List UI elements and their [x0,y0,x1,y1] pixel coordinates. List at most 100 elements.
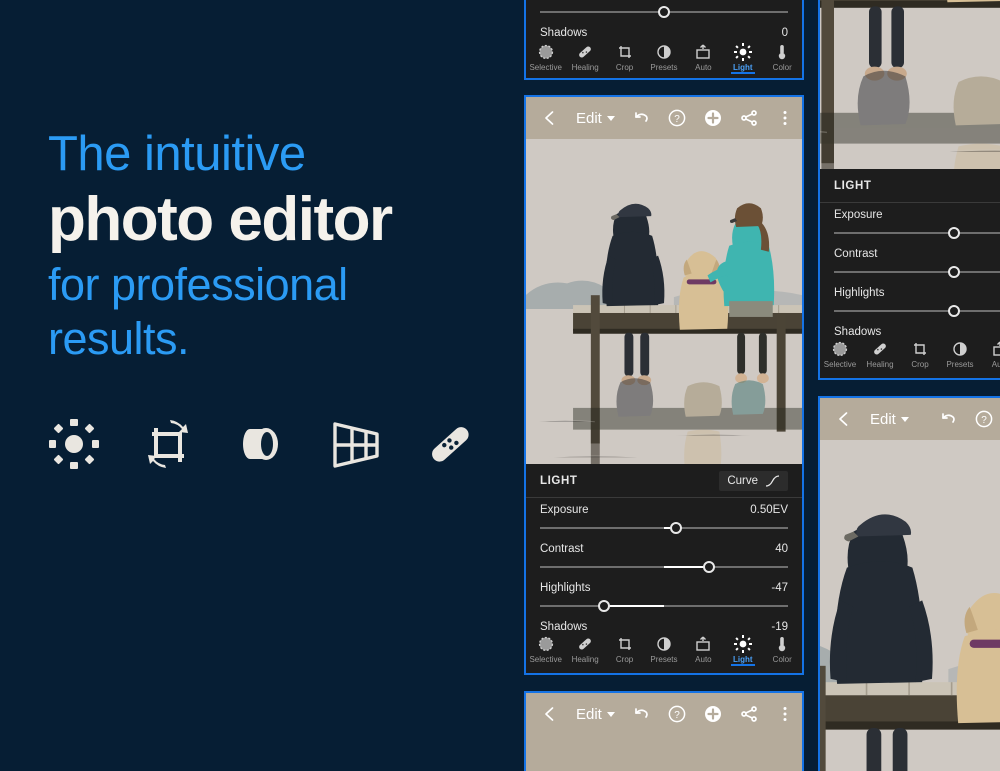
selective-icon [831,340,849,358]
slider-knob[interactable] [598,600,611,612]
edit-toolbar[interactable]: Selective Healing Crop Presets Auto [820,338,1000,378]
slider-highlights[interactable]: Highlights [820,281,1000,320]
headline-line-4: results. [48,313,190,364]
auto-icon [991,340,1000,358]
light-icon [733,635,752,653]
slider-track[interactable] [834,265,1000,279]
light-panel-title: LIGHT [540,474,578,487]
toolbar-item-crop[interactable]: Crop [605,43,644,72]
auto-icon [694,635,712,653]
toolbar-item-selective[interactable]: Selective [526,635,565,664]
slider-knob[interactable] [670,522,683,534]
toolbar-item-light[interactable]: Light [723,635,762,666]
lens-blur-icon [236,418,288,478]
phone-panel-right-top: LIGHT Exposure Contrast Highlights Shado… [818,0,1000,380]
toolbar-item-label: Auto [695,63,712,72]
back-icon[interactable] [540,108,560,128]
edit-menu-button[interactable]: Edit [576,110,615,127]
add-icon[interactable] [703,108,723,128]
edit-menu-button[interactable]: Edit [576,706,615,723]
slider-highlights[interactable]: Highlights 0 [526,0,802,21]
toolbar-item-auto[interactable]: Auto [980,340,1000,369]
photo-preview[interactable] [820,440,1000,771]
toolbar-item-healing[interactable]: Healing [565,635,604,664]
photo-preview[interactable] [526,139,802,464]
slider-shadows[interactable]: Shadows -19 [526,615,802,633]
add-icon[interactable] [703,704,723,724]
slider-track-base [834,271,1000,273]
toolbar-item-auto[interactable]: Auto [684,43,723,72]
slider-contrast[interactable]: Contrast 40 [526,537,802,576]
slider-label: Exposure [540,504,589,516]
help-icon[interactable]: ? [667,704,687,724]
toolbar-item-selective[interactable]: Selective [526,43,565,72]
toolbar-item-selective[interactable]: Selective [820,340,860,369]
light-icon [733,43,752,61]
toolbar-item-presets[interactable]: Presets [940,340,980,369]
slider-shadows[interactable]: Shadows [820,320,1000,338]
undo-icon[interactable] [631,108,651,128]
toolbar-item-presets[interactable]: Presets [644,635,683,664]
marketing-pane: The intuitive photo editor for professio… [0,0,524,771]
slider-shadows[interactable]: Shadows 0 [526,21,802,41]
toolbar-item-label: Presets [650,655,678,664]
undo-icon[interactable] [938,409,958,429]
slider-knob[interactable] [702,561,715,573]
overflow-menu-icon[interactable] [775,704,795,724]
slider-value: 40 [775,543,788,555]
app-header-title: Edit [576,109,602,127]
undo-icon[interactable] [631,704,651,724]
help-icon[interactable]: ? [667,108,687,128]
photo-preview[interactable] [526,735,802,771]
slider-exposure[interactable]: Exposure [820,203,1000,242]
slider-knob[interactable] [658,6,670,18]
toolbar-item-label: Auto [991,360,1000,369]
toolbar-item-light[interactable]: Light [723,43,762,74]
slider-exposure[interactable]: Exposure 0.50EV [526,498,802,537]
toolbar-item-crop[interactable]: Crop [900,340,940,369]
slider-knob[interactable] [947,266,960,278]
edit-toolbar[interactable]: Selective Healing Crop Presets Auto Ligh… [526,41,802,78]
slider-highlights[interactable]: Highlights -47 [526,576,802,615]
toolbar-item-color[interactable]: Color [763,635,802,664]
share-icon[interactable] [739,704,759,724]
photo-preview[interactable] [820,0,1000,169]
curve-icon [765,474,780,487]
slider-knob[interactable] [947,227,960,239]
toolbar-item-presets[interactable]: Presets [644,43,683,72]
slider-knob[interactable] [947,305,960,317]
slider-track[interactable] [540,599,788,613]
light-panel-title: LIGHT [834,179,872,192]
share-icon[interactable] [739,108,759,128]
curve-button[interactable]: Curve [719,470,788,491]
toolbar-item-label: Presets [650,63,678,72]
slider-track[interactable] [540,560,788,574]
slider-label: Highlights [540,582,591,594]
back-icon[interactable] [834,409,854,429]
overflow-menu-icon[interactable] [775,108,795,128]
app-header: Edit ? [526,693,802,735]
toolbar-item-auto[interactable]: Auto [684,635,723,664]
svg-text:?: ? [981,415,987,426]
toolbar-item-healing[interactable]: Healing [860,340,900,369]
slider-track[interactable] [834,226,1000,240]
feature-icon-row [48,418,476,478]
toolbar-item-healing[interactable]: Healing [565,43,604,72]
edit-toolbar[interactable]: Selective Healing Crop Presets Auto Ligh… [526,633,802,673]
help-icon[interactable]: ? [974,409,994,429]
slider-track[interactable] [540,521,788,535]
slider-contrast[interactable]: Contrast [820,242,1000,281]
slider-track-fill [664,566,709,568]
slider-label: Contrast [540,543,584,555]
toolbar-item-crop[interactable]: Crop [605,635,644,664]
perspective-grid-icon [330,418,382,478]
slider-value: -47 [771,582,788,594]
light-adjust-panel: LIGHT Exposure Contrast Highlights Shado… [820,169,1000,338]
edit-menu-button[interactable]: Edit [870,411,909,428]
toolbar-item-color[interactable]: Color [763,43,802,72]
toolbar-item-label: Color [772,63,792,72]
crop-icon [616,635,634,653]
back-icon[interactable] [540,704,560,724]
slider-track[interactable] [834,304,1000,318]
slider-track[interactable] [540,5,788,19]
